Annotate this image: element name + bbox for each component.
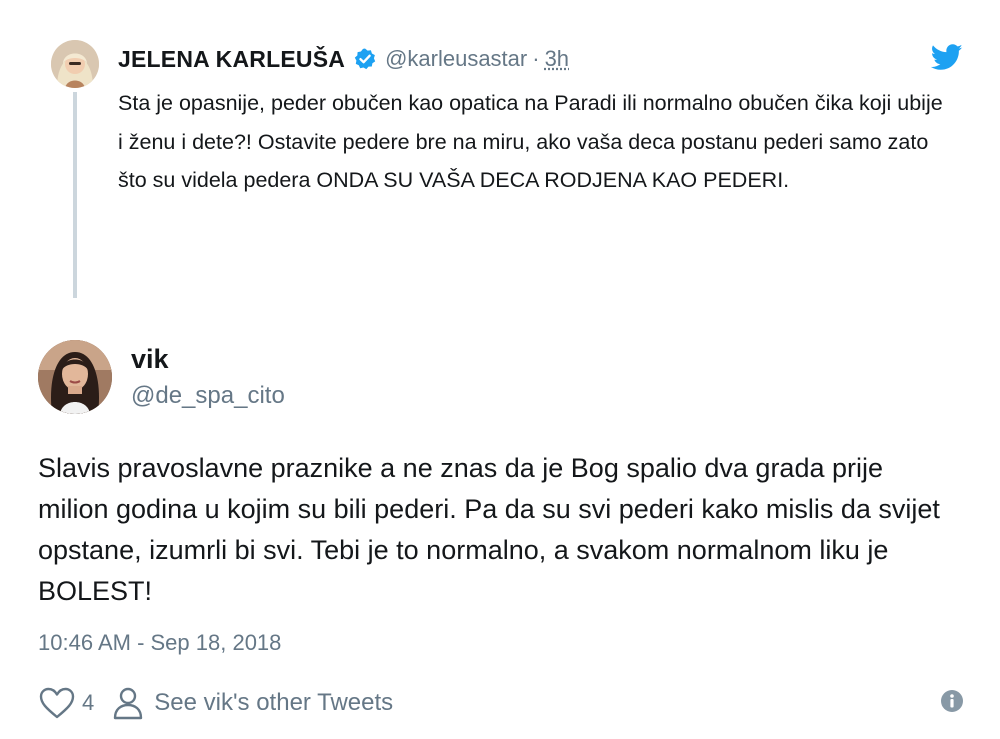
avatar-jelena[interactable] — [51, 40, 99, 88]
parent-tweet-text: Sta je opasnije, peder obučen kao opatic… — [118, 91, 943, 192]
thread-connector-line — [73, 92, 77, 298]
person-icon[interactable] — [112, 686, 144, 720]
parent-tweet-time[interactable]: 3h — [545, 46, 569, 72]
author-handle[interactable]: @de_spa_cito — [131, 382, 285, 410]
info-icon[interactable] — [940, 689, 964, 713]
parent-author-name[interactable]: JELENA KARLEUŠA — [118, 46, 345, 73]
tweet-timestamp[interactable]: 10:46 AM - Sep 18, 2018 — [38, 630, 281, 656]
author-name[interactable]: vik — [131, 344, 169, 375]
avatar-vik[interactable] — [38, 340, 112, 414]
tweet-text: Slavis pravoslavne praznike a ne znas da… — [38, 453, 940, 606]
parent-tweet-header: JELENA KARLEUŠA @karleusastar · 3h — [118, 44, 569, 74]
verified-badge-icon — [353, 47, 377, 71]
parent-author-handle[interactable]: @karleusastar — [385, 46, 527, 72]
like-count[interactable]: 4 — [82, 690, 94, 716]
twitter-bird-icon[interactable] — [930, 44, 963, 71]
separator-dot: · — [532, 46, 540, 71]
see-other-tweets-link[interactable]: See vik's other Tweets — [154, 689, 393, 717]
heart-icon[interactable] — [38, 686, 76, 720]
tweet-actions: 4 See vik's other Tweets — [38, 684, 393, 722]
tweet-embed: JELENA KARLEUŠA @karleusastar · 3h Sta j… — [0, 0, 1000, 739]
